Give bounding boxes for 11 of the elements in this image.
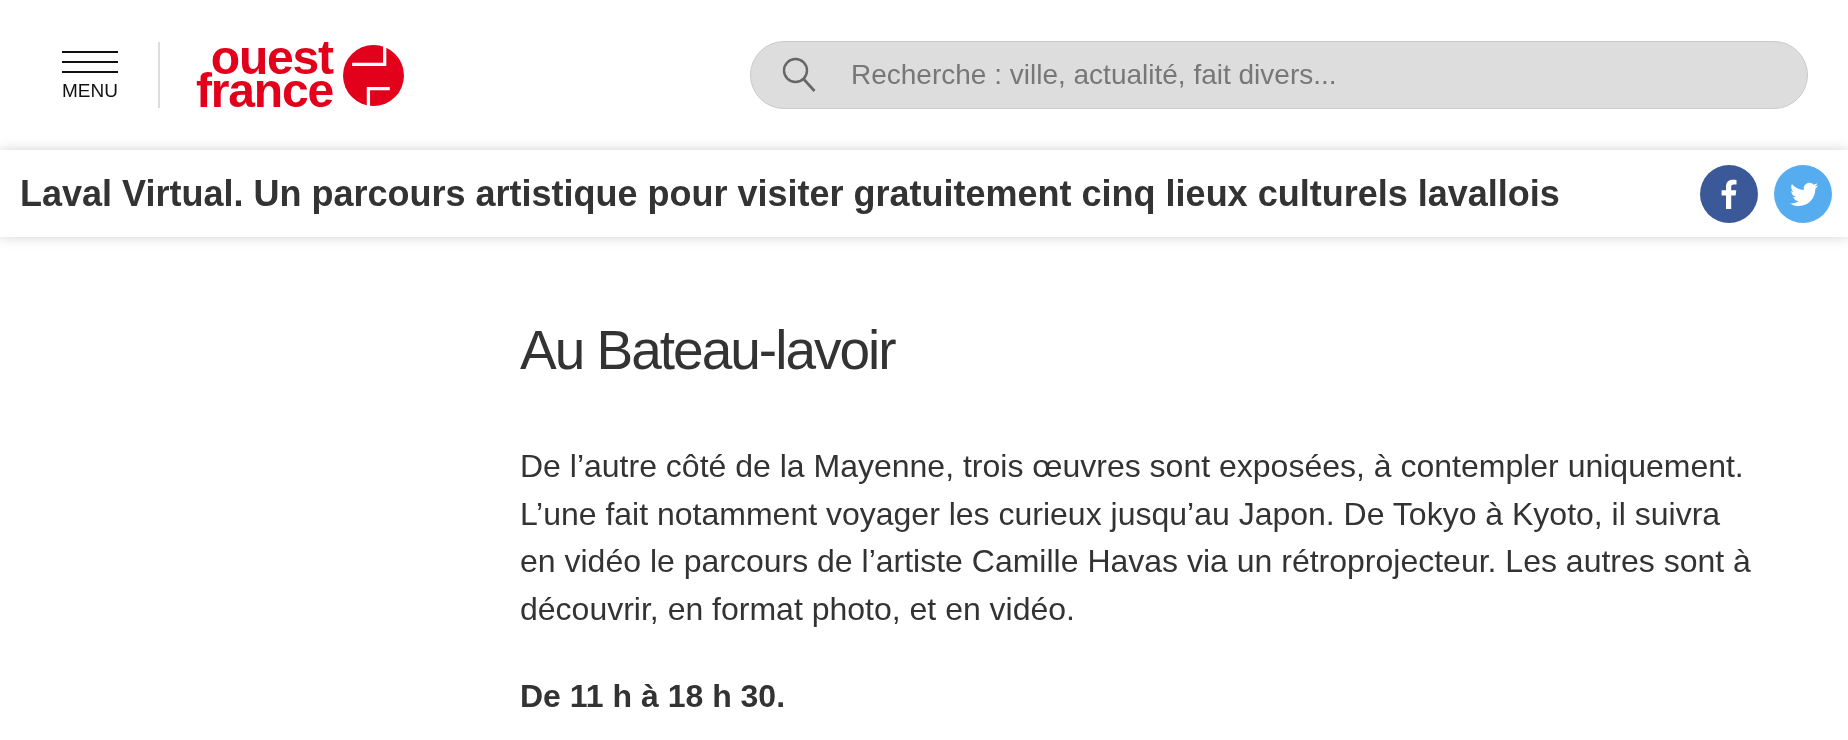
bold-paragraph: De 11 h à 18 h 30. — [520, 677, 787, 716]
menu-button[interactable]: MENU — [60, 50, 120, 100]
search-field[interactable]: Recherche : ville, actualité, fait divers... — [750, 41, 1808, 109]
section-heading: Au Bateau-lavoir — [520, 318, 897, 383]
search-icon[interactable] — [782, 57, 816, 93]
logo-wordmark[interactable]: ouest france — [196, 39, 335, 111]
menu-icon — [62, 50, 118, 73]
f-letter-icon[interactable] — [1700, 164, 1758, 223]
article-paragraph: De l’autre côté de la Mayenne, trois œuvres sont exposées, à contempler uniquement. L’une fait notamment voyager les curieux jusqu’au Japon. De Tokyo à Kyoto, il suivra en vidéo le parcours de l’artiste Camille Havas via un rétroprojecteur. Les autres sont à découvrir, en format photo, et en vidéo. — [520, 447, 1752, 629]
article-title: Laval Virtual. Un parcours artistique pour visiter gratuitement cinq lieux culturels lavallois — [20, 171, 1560, 216]
circle-logo-icon[interactable] — [342, 44, 404, 106]
